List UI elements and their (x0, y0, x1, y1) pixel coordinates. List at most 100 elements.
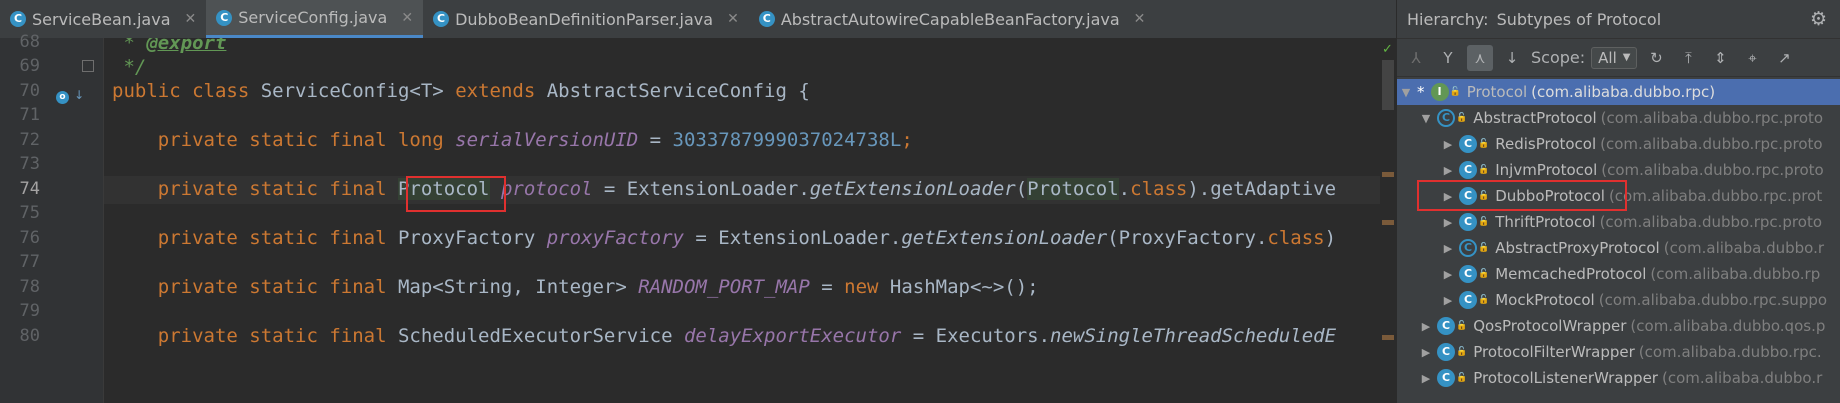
tree-item-protocollistenerwrapper[interactable]: ▶ C 🔓 ProtocolListenerWrapper (com.alibaba… (1397, 365, 1840, 391)
check-icon: ✓ (1382, 42, 1393, 57)
tree-item-abstractprotocol[interactable]: ▼ C 🔓 AbstractProtocol (com.alibaba.dubbo.… (1397, 105, 1840, 131)
public-icon: 🔓 (1478, 295, 1490, 305)
class-icon: C (1459, 161, 1477, 179)
scope-label: Scope: (1531, 48, 1586, 67)
collapsed-arrow-icon[interactable]: ▶ (1441, 216, 1455, 229)
collapsed-arrow-icon[interactable]: ▶ (1419, 346, 1433, 359)
tree-item-protocolfilterwrapper[interactable]: ▶ C 🔓 ProtocolFilterWrapper (com.alibaba.d… (1397, 339, 1840, 365)
class-icon: C (1437, 317, 1455, 335)
tab-abstractautowirecapablebeanfactory[interactable]: C AbstractAutowireCapableBeanFactory.jav… (749, 0, 1156, 38)
hierarchy-title: Subtypes of Protocol (1496, 9, 1662, 29)
marker (1382, 220, 1394, 225)
marker (1382, 172, 1394, 177)
interface-icon: I (1430, 83, 1449, 101)
collapsed-arrow-icon[interactable]: ▶ (1419, 320, 1433, 333)
class-icon: C (1459, 135, 1477, 153)
expanded-arrow-icon[interactable]: ▼ (1399, 86, 1413, 99)
code-line-76: private static final ProxyFactory proxyF… (112, 227, 1337, 249)
collapsed-arrow-icon[interactable]: ▶ (1441, 294, 1455, 307)
public-icon: 🔓 (1456, 113, 1468, 123)
class-file-icon: C (758, 11, 775, 27)
public-icon: 🔓 (1456, 373, 1468, 383)
line-number: 71 (19, 105, 40, 125)
code-line-68: * @export (112, 38, 227, 54)
line-number: 72 (19, 130, 40, 150)
gear-icon[interactable]: ⚙ (1810, 8, 1827, 30)
tab-label: AbstractAutowireCapableBeanFactory.java (780, 9, 1120, 29)
tab-label: DubboBeanDefinitionParser.java (455, 9, 714, 29)
close-icon[interactable]: ✕ (1134, 11, 1146, 27)
tree-item-protocol[interactable]: ▼ * I 🔓 Protocol (com.alibaba.dubbo.rpc) (1397, 79, 1840, 105)
code-editor[interactable]: * @export */ public class ServiceConfig<… (104, 38, 1380, 403)
class-file-icon: C (10, 11, 26, 27)
public-icon: 🔓 (1456, 347, 1468, 357)
line-number: 69 (19, 56, 40, 76)
subtype-hierarchy-icon[interactable]: Y (1435, 45, 1461, 71)
editor-tab-bar: C ServiceBean.java ✕ C ServiceConfig.jav… (0, 0, 1396, 39)
expand-all-icon[interactable]: ⤒ (1675, 45, 1701, 71)
collapsed-arrow-icon[interactable]: ▶ (1441, 268, 1455, 281)
sort-alphabetically-icon[interactable]: ↓ (1499, 45, 1525, 71)
public-icon: 🔓 (1478, 243, 1490, 253)
abstract-class-icon: C (1437, 109, 1455, 127)
line-number: 76 (19, 228, 40, 248)
line-number: 73 (19, 154, 40, 174)
close-icon[interactable]: ✕ (185, 11, 197, 27)
class-hierarchy-icon[interactable]: ⋏ (1467, 44, 1493, 71)
editor-scroll-stripe[interactable]: ✓ (1380, 38, 1396, 403)
line-number: 77 (19, 252, 40, 272)
public-icon: 🔓 (1449, 87, 1461, 97)
abstract-class-icon: C (1459, 239, 1477, 257)
marker (1382, 335, 1394, 340)
tree-item-thriftprotocol[interactable]: ▶ C 🔓 ThriftProtocol (com.alibaba.dubbo.rp… (1397, 209, 1840, 235)
hierarchy-toolbar: ⅄ Y ⋏ ↓ Scope: All ▼ ↻ ⤒ ⇕ ⌖ ↗ (1397, 39, 1840, 77)
line-number: 80 (19, 326, 40, 346)
close-icon[interactable]: ✕ (727, 11, 739, 27)
autoscroll-icon[interactable]: ⇕ (1707, 45, 1733, 71)
line-number-gutter: 68 69 70 71 72 73 74 75 76 77 78 79 80 o… (0, 32, 104, 403)
public-icon: 🔓 (1456, 321, 1468, 331)
tree-item-qosprotocolwrapper[interactable]: ▶ C 🔓 QosProtocolWrapper (com.alibaba.dubb… (1397, 313, 1840, 339)
fold-marker-icon[interactable] (82, 60, 94, 72)
tree-item-abstractproxyprotocol[interactable]: ▶ C 🔓 AbstractProxyProtocol (com.alibaba.d… (1397, 235, 1840, 261)
close-icon[interactable]: ✕ (401, 10, 413, 26)
line-number: 79 (19, 301, 40, 321)
line-number: 75 (19, 203, 40, 223)
tab-dubbobeandefinitionparser[interactable]: C DubboBeanDefinitionParser.java ✕ (423, 0, 749, 38)
refresh-icon[interactable]: ↻ (1643, 45, 1669, 71)
pin-icon[interactable]: ⌖ (1739, 45, 1765, 71)
code-line-70: public class ServiceConfig<T> extends Ab… (112, 80, 810, 102)
code-line-78: private static final Map<String, Integer… (112, 276, 1039, 298)
scope-dropdown[interactable]: All ▼ (1591, 46, 1638, 69)
expanded-arrow-icon[interactable]: ▼ (1419, 112, 1433, 125)
highlight-box-protocol (406, 176, 506, 212)
public-icon: 🔓 (1478, 139, 1490, 149)
class-icon: C (1437, 343, 1455, 361)
code-line-72: private static final long serialVersionU… (112, 129, 913, 151)
class-icon: C (1437, 369, 1455, 387)
tree-item-mockprotocol[interactable]: ▶ C 🔓 MockProtocol (com.alibaba.dubbo.rpc.… (1397, 287, 1840, 313)
export-icon[interactable]: ↗ (1771, 45, 1797, 71)
scroll-thumb[interactable] (1382, 60, 1394, 110)
tree-item-redisprotocol[interactable]: ▶ C 🔓 RedisProtocol (com.alibaba.dubbo.rpc… (1397, 131, 1840, 157)
line-number: 78 (19, 277, 40, 297)
collapsed-arrow-icon[interactable]: ▶ (1441, 242, 1455, 255)
override-icon: o (56, 91, 69, 104)
tree-item-memcachedprotocol[interactable]: ▶ C 🔓 MemcachedProtocol (com.alibaba.dubbo… (1397, 261, 1840, 287)
highlight-box-dubboprotocol (1417, 180, 1627, 211)
tab-label: ServiceConfig.java (238, 8, 388, 27)
public-icon: 🔓 (1478, 217, 1490, 227)
collapsed-arrow-icon[interactable]: ▶ (1441, 138, 1455, 151)
tab-label: ServiceBean.java (32, 9, 171, 29)
star-icon: * (1417, 83, 1425, 101)
chevron-down-icon: ▼ (1622, 52, 1631, 63)
tab-serviceconfig[interactable]: C ServiceConfig.java ✕ (206, 0, 424, 38)
line-number-current: 74 (19, 179, 40, 199)
hierarchy-title-prefix: Hierarchy: (1407, 9, 1489, 29)
line-number: 70 (19, 81, 40, 101)
supertype-hierarchy-icon[interactable]: ⅄ (1403, 45, 1429, 71)
implements-gutter-icon[interactable]: o ↓ (56, 84, 84, 104)
collapsed-arrow-icon[interactable]: ▶ (1441, 164, 1455, 177)
collapsed-arrow-icon[interactable]: ▶ (1419, 372, 1433, 385)
line-number: 68 (19, 32, 40, 52)
